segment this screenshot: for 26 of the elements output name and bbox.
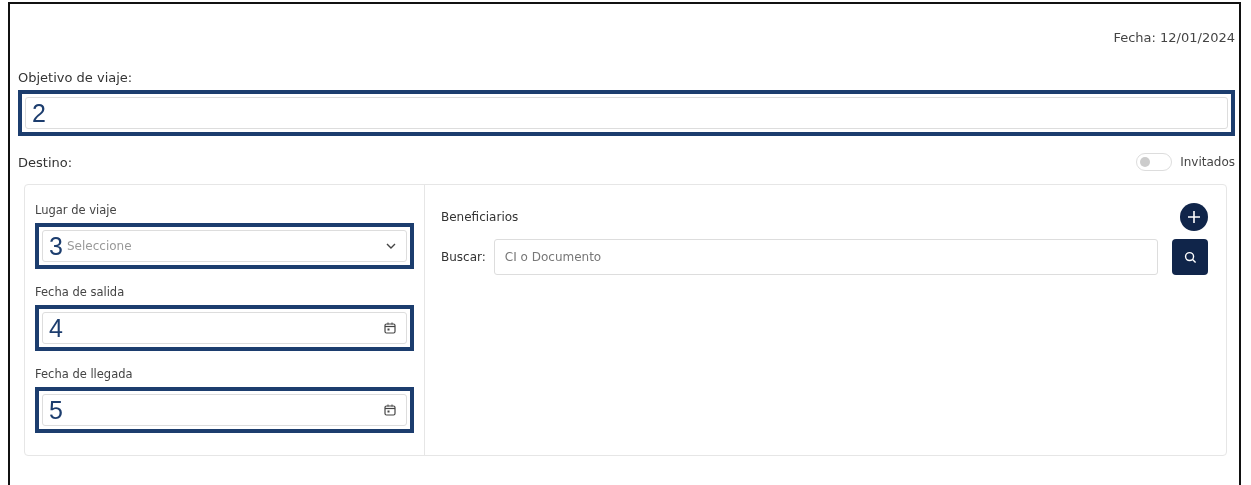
- search-icon: [1183, 250, 1197, 264]
- placeholder-text: Seleccione: [67, 239, 132, 253]
- add-button[interactable]: [1180, 203, 1208, 231]
- field-label: Fecha de llegada: [35, 367, 134, 381]
- calendar-icon: [384, 404, 396, 416]
- calendar-icon: [384, 322, 396, 334]
- toggle-label: Invitados: [1180, 155, 1235, 169]
- date-field[interactable]: [42, 394, 407, 426]
- callout-number: 3: [49, 233, 63, 259]
- date-field[interactable]: [42, 312, 407, 344]
- search-field[interactable]: CI o Documento: [493, 239, 1158, 275]
- callout-number: 5: [49, 397, 63, 423]
- chevron-down-icon: [386, 243, 396, 249]
- section-label: Destino:: [18, 154, 73, 170]
- field-label: Lugar de viaje: [35, 203, 118, 217]
- toggle-switch[interactable]: [1136, 153, 1173, 171]
- input-field[interactable]: [25, 97, 1228, 129]
- plus-icon: [1187, 210, 1201, 224]
- field-label: Objetivo de viaje:: [18, 70, 134, 87]
- section-title: Beneficiarios: [441, 210, 519, 224]
- search-label: Buscar:: [441, 250, 486, 264]
- callout-number: 2: [32, 100, 46, 126]
- callout-number: 4: [49, 315, 63, 341]
- field-label: Fecha de salida: [35, 285, 126, 299]
- date-text: Fecha: 12/01/2024: [1113, 30, 1235, 47]
- search-button[interactable]: [1172, 239, 1208, 275]
